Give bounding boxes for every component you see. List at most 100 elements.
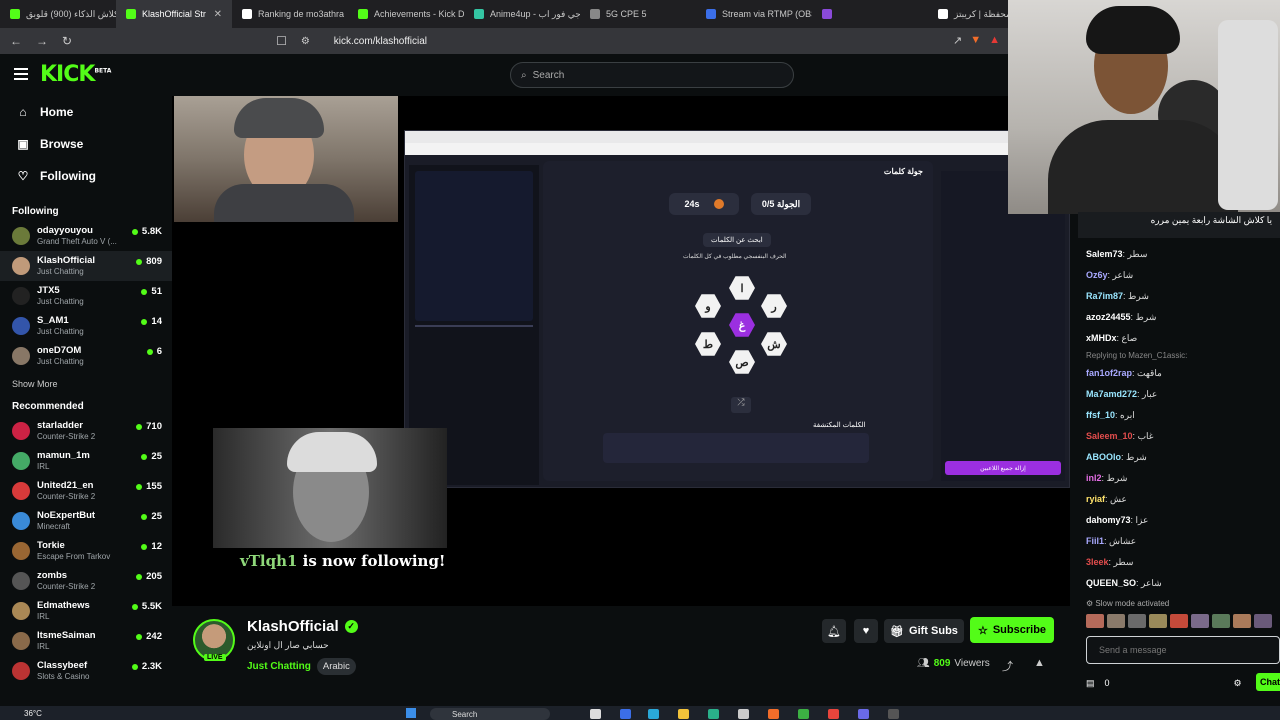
points-icon[interactable]: ▤: [1086, 678, 1095, 689]
chat-message[interactable]: dahomy73: عزا: [1078, 510, 1280, 531]
brave-icon[interactable]: ▼: [970, 34, 981, 47]
chat-message[interactable]: azoz24455: شرط: [1078, 307, 1280, 328]
chat-message[interactable]: Ma7amd272: عبار: [1078, 384, 1280, 405]
chat-username[interactable]: Saleem_10: [1086, 431, 1133, 441]
letter-hex-3[interactable]: ش: [761, 332, 787, 356]
channel-name[interactable]: KlashOfficial ✓: [247, 618, 358, 635]
emote[interactable]: [1212, 614, 1230, 628]
chat-username[interactable]: Salem73: [1086, 249, 1123, 259]
windows-start-icon[interactable]: [406, 708, 416, 718]
browser-tab[interactable]: 5G CPE 5: [580, 0, 696, 28]
browser-tab[interactable]: Anime4up - جي فور اب: [464, 0, 580, 28]
subscribe-button[interactable]: ☆ Subscribe: [970, 617, 1054, 643]
chat-username[interactable]: QUEEN_SO: [1086, 578, 1136, 588]
sidebar-channel[interactable]: Torkie Escape From Tarkov 12: [0, 536, 172, 566]
taskbar-search[interactable]: Search: [430, 708, 550, 720]
chat-input[interactable]: Send a message: [1086, 636, 1280, 664]
chat-username[interactable]: 3leek: [1086, 557, 1109, 567]
sidebar-channel[interactable]: odayyouyou Grand Theft Auto V (... 5.8K: [0, 221, 172, 251]
chat-message[interactable]: ABOOlo: شرط: [1078, 447, 1280, 468]
chat-message[interactable]: inl2: شرط: [1078, 468, 1280, 489]
edge-icon[interactable]: [648, 709, 659, 719]
search-input[interactable]: ⌕ Search: [510, 62, 794, 88]
sidebar-channel[interactable]: oneD7OM Just Chatting 6: [0, 341, 172, 371]
weather-widget[interactable]: 36°C: [24, 709, 42, 718]
share-icon[interactable]: ↗: [953, 34, 962, 47]
sidebar-channel[interactable]: KlashOfficial Just Chatting 809: [0, 251, 172, 281]
app-icon[interactable]: [620, 709, 631, 719]
nav-browse[interactable]: ▣ Browse: [0, 128, 172, 160]
shuffle-icon[interactable]: ⤮: [731, 397, 751, 413]
taskview-icon[interactable]: [590, 709, 601, 719]
sidebar-channel[interactable]: S_AM1 Just Chatting 14: [0, 311, 172, 341]
chat-message[interactable]: Fiil1: عشاش: [1078, 531, 1280, 552]
emote[interactable]: [1254, 614, 1272, 628]
sidebar-channel[interactable]: mamun_1m IRL 25: [0, 446, 172, 476]
category-link[interactable]: Just Chatting: [247, 661, 311, 672]
back-icon[interactable]: ←: [10, 34, 22, 48]
browser-tab[interactable]: يا لكلاش الذكاء (900) قلوبق: [0, 0, 116, 28]
xbox-icon[interactable]: [798, 709, 809, 719]
browser-tab[interactable]: Stream via RTMP (OBS: [696, 0, 812, 28]
chat-send-button[interactable]: Chat: [1256, 673, 1280, 691]
reload-icon[interactable]: ↻: [62, 34, 72, 48]
settings-icon[interactable]: ⚙: [1234, 678, 1242, 689]
explorer-icon[interactable]: [678, 709, 689, 719]
letter-hex-center[interactable]: غ: [729, 313, 755, 337]
chat-message[interactable]: xMHDx: صاع: [1078, 328, 1280, 349]
menu-icon[interactable]: [14, 68, 28, 80]
close-icon[interactable]: ✕: [214, 9, 222, 20]
emote[interactable]: [1107, 614, 1125, 628]
url-field[interactable]: kick.com/klashofficial: [334, 36, 427, 47]
language-tag[interactable]: Arabic: [316, 658, 356, 675]
obs-icon[interactable]: [888, 709, 899, 719]
report-icon[interactable]: ▲: [1034, 657, 1045, 669]
sidebar-channel[interactable]: JTX5 Just Chatting 51: [0, 281, 172, 311]
chat-message[interactable]: Oz6y: شاعر: [1078, 265, 1280, 286]
chat-message[interactable]: QUEEN_SO: شاعر: [1078, 573, 1280, 594]
chat-username[interactable]: ABOOlo: [1086, 452, 1121, 462]
chat-username[interactable]: Ra7im87: [1086, 291, 1123, 301]
app-icon[interactable]: [708, 709, 719, 719]
chat-username[interactable]: Fiil1: [1086, 536, 1104, 546]
sidebar-channel[interactable]: United21_en Counter-Strike 2 155: [0, 476, 172, 506]
sidebar-channel[interactable]: zombs Counter-Strike 2 205: [0, 566, 172, 596]
chat-username[interactable]: inl2: [1086, 473, 1102, 483]
gift-subs-button[interactable]: 🎁︎ Gift Subs: [884, 619, 964, 643]
chat-message[interactable]: fan1of2rap: ماقهت: [1078, 363, 1280, 384]
emote[interactable]: [1086, 614, 1104, 628]
emote[interactable]: [1128, 614, 1146, 628]
chat-username[interactable]: Oz6y: [1086, 270, 1108, 280]
browser-tab[interactable]: Ranking de mo3athra: [232, 0, 348, 28]
share-icon[interactable]: ⤴: [1002, 658, 1013, 674]
notification-bell-icon[interactable]: 🔔︎: [822, 619, 846, 643]
chat-message[interactable]: ryiaf: عش: [1078, 489, 1280, 510]
chat-username[interactable]: azoz24455: [1086, 312, 1131, 322]
remove-players-button[interactable]: إزالة جميع اللاعبين: [945, 461, 1061, 475]
chat-message[interactable]: ffsf_10: ابره: [1078, 405, 1280, 426]
emote[interactable]: [1233, 614, 1251, 628]
chat-username[interactable]: xMHDx: [1086, 333, 1117, 343]
browser-tab[interactable]: Achievements - Kick D: [348, 0, 464, 28]
chat-username[interactable]: ffsf_10: [1086, 410, 1115, 420]
chat-username[interactable]: Ma7amd272: [1086, 389, 1137, 399]
chat-message[interactable]: Salem73: سطر: [1078, 244, 1280, 265]
sidebar-channel[interactable]: Edmathews IRL 5.5K: [0, 596, 172, 626]
letter-hex-1[interactable]: ا: [729, 276, 755, 300]
forward-icon[interactable]: →: [36, 34, 48, 48]
chat-username[interactable]: fan1of2rap: [1086, 368, 1132, 378]
browser-tab[interactable]: [812, 0, 928, 28]
chat-username[interactable]: ryiaf: [1086, 494, 1105, 504]
follow-heart-icon[interactable]: ♥: [854, 619, 878, 643]
sidebar-channel[interactable]: starladder Counter-Strike 2 710: [0, 416, 172, 446]
app-icon[interactable]: [738, 709, 749, 719]
discord-icon[interactable]: [858, 709, 869, 719]
emote[interactable]: [1170, 614, 1188, 628]
chat-message[interactable]: 3leek: سطر: [1078, 552, 1280, 573]
site-info-icon[interactable]: ⚙: [301, 36, 310, 47]
kick-logo[interactable]: KICKBETA: [40, 62, 111, 87]
rewards-icon[interactable]: ▲: [989, 34, 1000, 47]
brave-taskbar-icon[interactable]: [768, 709, 779, 719]
letter-hex-4[interactable]: ص: [729, 350, 755, 374]
nav-following[interactable]: ♡ Following: [0, 160, 172, 192]
